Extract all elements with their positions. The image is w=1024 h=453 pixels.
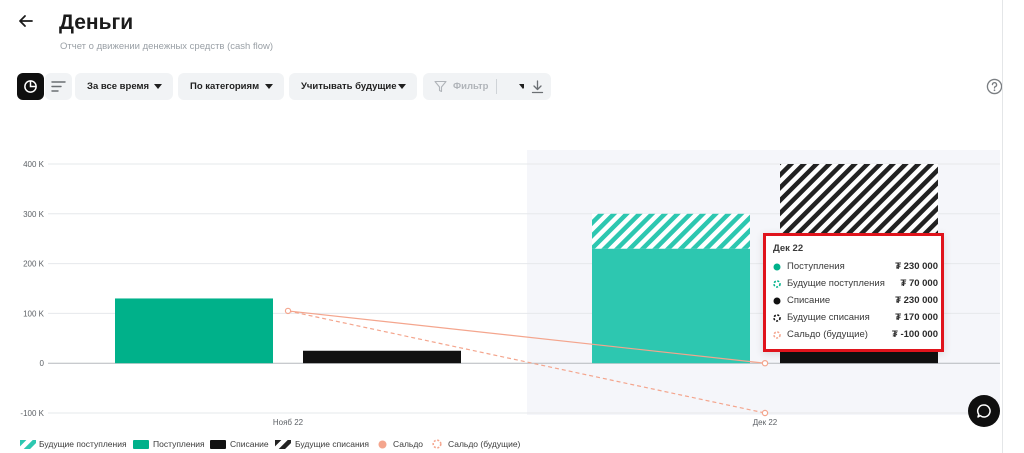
future-dropdown[interactable]: Учитывать будущие bbox=[289, 73, 417, 100]
y-tick-label: 100 K bbox=[23, 309, 45, 318]
salmon-dashed-circle-icon bbox=[432, 439, 442, 449]
question-icon[interactable] bbox=[986, 78, 1003, 95]
chat-icon bbox=[976, 404, 991, 418]
list-icon bbox=[51, 81, 66, 92]
period-dropdown[interactable]: За все время bbox=[75, 73, 173, 100]
tooltip-row: Списание ₮ 230 000 bbox=[773, 294, 938, 308]
legend-label: Сальдо bbox=[393, 439, 424, 449]
income-marker-icon bbox=[773, 263, 781, 271]
download-button[interactable] bbox=[524, 73, 551, 100]
balance-point[interactable] bbox=[761, 359, 769, 367]
tooltip-row-value: ₮ 230 000 bbox=[895, 295, 938, 306]
tooltip-row-value: ₮ 70 000 bbox=[900, 278, 939, 289]
panel-edge bbox=[1002, 0, 1003, 453]
green-swatch-icon bbox=[133, 440, 149, 449]
y-tick-label: 400 K bbox=[23, 160, 45, 169]
expense-marker-icon bbox=[773, 297, 781, 305]
future-dropdown-label: Учитывать будущие bbox=[301, 81, 397, 92]
filter-label: Фильтр bbox=[453, 81, 489, 92]
tooltip-row-label: Сальдо (будущие) bbox=[787, 329, 868, 340]
tooltip-title: Дек 22 bbox=[773, 243, 804, 254]
legend-label: Сальдо (будущие) bbox=[448, 439, 521, 449]
chevron-down-icon bbox=[154, 84, 162, 89]
funnel-icon bbox=[434, 80, 447, 93]
y-tick-label: 300 K bbox=[23, 210, 45, 219]
y-tick-label: 200 K bbox=[23, 260, 45, 269]
chat-button[interactable] bbox=[968, 395, 1000, 427]
salmon-dot-icon bbox=[378, 440, 387, 449]
tooltip-row: Поступления ₮ 230 000 bbox=[773, 260, 938, 274]
period-dropdown-label: За все время bbox=[87, 81, 150, 92]
bar-income[interactable] bbox=[115, 298, 273, 364]
chevron-down-icon bbox=[398, 84, 406, 89]
balance-point[interactable] bbox=[284, 307, 292, 315]
page-title: Деньги bbox=[59, 11, 134, 34]
grouping-dropdown[interactable]: По категориям bbox=[178, 73, 284, 100]
tooltip-row-value: ₮ 230 000 bbox=[895, 261, 938, 272]
bar-future-income[interactable] bbox=[592, 213, 750, 249]
grouping-dropdown-label: По категориям bbox=[190, 81, 260, 92]
legend-label: Будущие списания bbox=[295, 439, 370, 449]
legend-label: Списание bbox=[230, 439, 269, 449]
legend-label: Будущие поступления bbox=[39, 439, 127, 449]
tooltip-row-label: Будущие списания bbox=[787, 312, 870, 323]
tooltip-row-label: Будущие поступления bbox=[787, 278, 885, 289]
tooltip-row-value: ₮ 170 000 bbox=[895, 312, 938, 323]
bar-income[interactable] bbox=[592, 248, 750, 364]
future-balance-marker-icon bbox=[773, 331, 781, 339]
list-view-button[interactable] bbox=[45, 73, 72, 100]
future-expense-marker-icon bbox=[773, 314, 781, 322]
download-icon bbox=[531, 79, 544, 93]
filter-divider bbox=[496, 79, 497, 94]
hatch-black-swatch-icon bbox=[275, 440, 291, 449]
arrow-left-icon[interactable] bbox=[16, 11, 36, 31]
black-swatch-icon bbox=[210, 440, 226, 449]
future-income-marker-icon bbox=[773, 280, 781, 288]
legend-label: Поступления bbox=[153, 439, 205, 449]
tooltip-row-value: ₮ -100 000 bbox=[892, 329, 938, 340]
balance-point[interactable] bbox=[761, 409, 769, 417]
tooltip-row: Будущие поступления ₮ 70 000 bbox=[773, 277, 938, 291]
chart-tooltip: Дек 22 Поступления ₮ 230 000 Будущие пос… bbox=[763, 233, 944, 352]
tooltip-row-label: Поступления bbox=[787, 261, 845, 272]
page-subtitle: Отчет о движении денежных средств (cash … bbox=[60, 41, 274, 52]
x-tick-label: Нояб 22 bbox=[273, 418, 304, 427]
y-tick-label: -100 K bbox=[20, 409, 44, 418]
chart-view-button[interactable] bbox=[17, 73, 44, 100]
tooltip-row-label: Списание bbox=[787, 295, 831, 306]
hatch-green-swatch-icon bbox=[20, 440, 36, 449]
filter-button[interactable]: Фильтр bbox=[423, 73, 538, 100]
bar-expense[interactable] bbox=[780, 350, 938, 364]
y-tick-label: 0 bbox=[40, 359, 45, 368]
tooltip-row: Сальдо (будущие) ₮ -100 000 bbox=[773, 328, 938, 342]
x-tick-label: Дек 22 bbox=[753, 418, 778, 427]
tooltip-row: Будущие списания ₮ 170 000 bbox=[773, 311, 938, 325]
bar-expense[interactable] bbox=[303, 350, 461, 364]
chevron-down-icon bbox=[265, 84, 273, 89]
pie-chart-icon bbox=[24, 80, 37, 93]
